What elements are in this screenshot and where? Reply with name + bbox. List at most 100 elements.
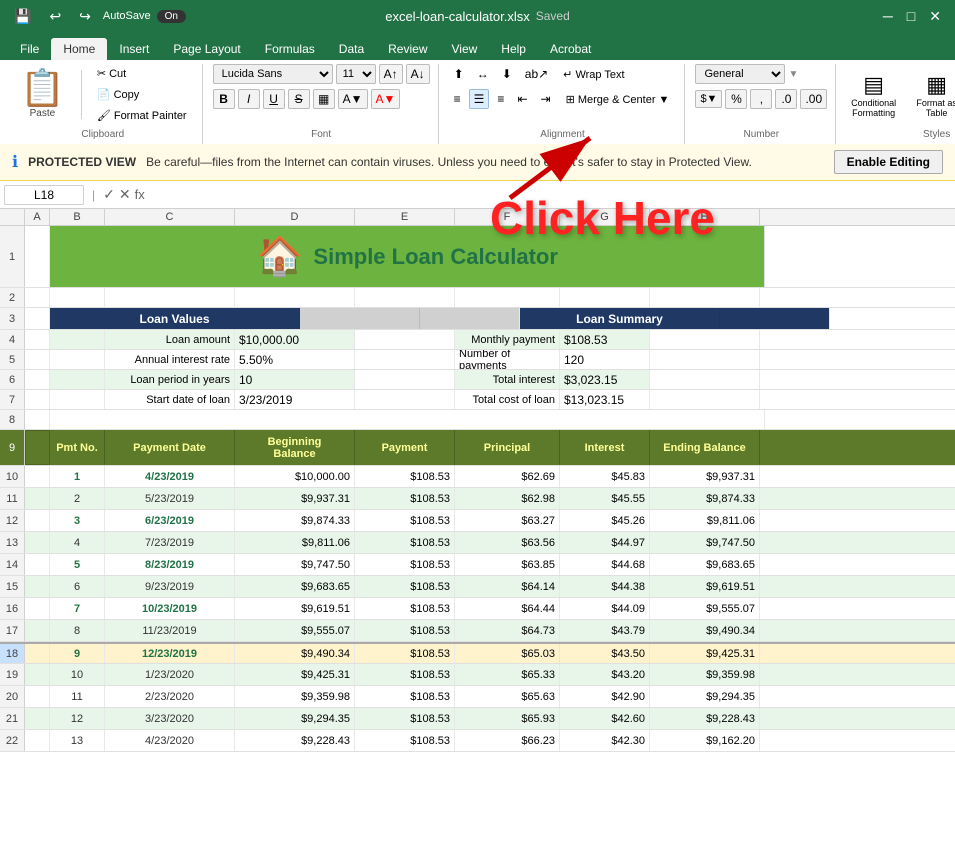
tab-view[interactable]: View xyxy=(440,38,490,60)
cell-c-data[interactable]: 4/23/2020 xyxy=(105,730,235,751)
cell-c-data[interactable]: 5/23/2019 xyxy=(105,488,235,509)
cell-d6[interactable]: 10 xyxy=(235,370,355,389)
cell-g-data[interactable]: $44.09 xyxy=(560,598,650,619)
cell-c-data[interactable]: 8/23/2019 xyxy=(105,554,235,575)
strikethrough-button[interactable]: S xyxy=(288,89,310,109)
cell-d5[interactable]: 5.50% xyxy=(235,350,355,369)
cell-d4[interactable]: $10,000.00 xyxy=(235,330,355,349)
cell-a7[interactable] xyxy=(25,390,50,409)
undo-icon[interactable]: ↩ xyxy=(43,6,67,27)
cell-h6[interactable] xyxy=(650,370,760,389)
cell-e-data[interactable]: $108.53 xyxy=(355,644,455,663)
cell-e-data[interactable]: $108.53 xyxy=(355,510,455,531)
cell-e-data[interactable]: $108.53 xyxy=(355,466,455,487)
cell-a2[interactable] xyxy=(25,288,50,307)
cell-e-data[interactable]: $108.53 xyxy=(355,532,455,553)
cell-b-data[interactable]: 2 xyxy=(50,488,105,509)
cell-d-data[interactable]: $9,294.35 xyxy=(235,708,355,729)
cell-d-data[interactable]: $9,683.65 xyxy=(235,576,355,597)
cell-f-data[interactable]: $63.27 xyxy=(455,510,560,531)
align-right-button[interactable]: ≡ xyxy=(492,89,509,109)
cell-d-data[interactable]: $9,937.31 xyxy=(235,488,355,509)
tab-home[interactable]: Home xyxy=(51,38,107,60)
conditional-formatting-btn[interactable]: ▤ ConditionalFormatting xyxy=(846,70,901,120)
cell-c5[interactable]: Annual interest rate xyxy=(105,350,235,369)
cell-a3[interactable] xyxy=(25,308,50,329)
number-format-select[interactable]: General Number Currency Percentage xyxy=(695,64,785,84)
cell-c-data[interactable]: 6/23/2019 xyxy=(105,510,235,531)
cell-a4[interactable] xyxy=(25,330,50,349)
cell-b4[interactable] xyxy=(50,330,105,349)
col-header-b[interactable]: B xyxy=(50,209,105,225)
cell-f-data[interactable]: $65.63 xyxy=(455,686,560,707)
cell-f-data[interactable]: $65.33 xyxy=(455,664,560,685)
cell-b-data[interactable]: 6 xyxy=(50,576,105,597)
cell-g-data[interactable]: $42.90 xyxy=(560,686,650,707)
cell-e-data[interactable]: $108.53 xyxy=(355,576,455,597)
increase-indent-button[interactable]: ⇥ xyxy=(536,89,556,109)
cell-a9[interactable] xyxy=(25,430,50,465)
cell-g-data[interactable]: $43.20 xyxy=(560,664,650,685)
cell-g-data[interactable]: $42.60 xyxy=(560,708,650,729)
cell-h-data[interactable]: $9,228.43 xyxy=(650,708,760,729)
cell-c7[interactable]: Start date of loan xyxy=(105,390,235,409)
cell-a-data[interactable] xyxy=(25,598,50,619)
cell-d-data[interactable]: $9,619.51 xyxy=(235,598,355,619)
cell-a-data[interactable] xyxy=(25,686,50,707)
comma-btn[interactable]: , xyxy=(750,89,772,109)
cell-b-data[interactable]: 4 xyxy=(50,532,105,553)
tab-insert[interactable]: Insert xyxy=(107,38,161,60)
cell-a-data[interactable] xyxy=(25,554,50,575)
merge-center-button[interactable]: ⊞ Merge & Center ▼ xyxy=(559,90,677,109)
tab-file[interactable]: File xyxy=(8,38,51,60)
cell-a8[interactable] xyxy=(25,410,50,429)
orientation-button[interactable]: ab↗ xyxy=(520,64,553,84)
cell-g-data[interactable]: $45.55 xyxy=(560,488,650,509)
cell-h2[interactable] xyxy=(650,288,760,307)
align-top-button[interactable]: ⬆ xyxy=(449,64,469,84)
cell-b-data[interactable]: 5 xyxy=(50,554,105,575)
formula-input[interactable] xyxy=(149,186,951,204)
autosave-toggle[interactable]: On xyxy=(157,10,186,23)
tab-formulas[interactable]: Formulas xyxy=(253,38,327,60)
bold-button[interactable]: B xyxy=(213,89,235,109)
cell-a-data[interactable] xyxy=(25,532,50,553)
align-middle-button[interactable]: ↔ xyxy=(472,64,494,84)
cell-a-data[interactable] xyxy=(25,510,50,531)
decrease-decimal-btn[interactable]: .0 xyxy=(775,89,797,109)
cell-d-data[interactable]: $9,811.06 xyxy=(235,532,355,553)
cell-h-data[interactable]: $9,425.31 xyxy=(650,644,760,663)
col-header-h[interactable]: H xyxy=(650,209,760,225)
cell-f2[interactable] xyxy=(455,288,560,307)
cell-f-data[interactable]: $62.98 xyxy=(455,488,560,509)
cell-c-data[interactable]: 12/23/2019 xyxy=(105,644,235,663)
cell-a-data[interactable] xyxy=(25,466,50,487)
cell-a1[interactable] xyxy=(25,226,50,287)
cell-g4[interactable]: $108.53 xyxy=(560,330,650,349)
cell-b-data[interactable]: 7 xyxy=(50,598,105,619)
cell-f-data[interactable]: $65.93 xyxy=(455,708,560,729)
save-icon[interactable]: 💾 xyxy=(8,6,37,27)
cell-h-data[interactable]: $9,294.35 xyxy=(650,686,760,707)
col-header-c[interactable]: C xyxy=(105,209,235,225)
cell-a-data[interactable] xyxy=(25,730,50,751)
cell-b6[interactable] xyxy=(50,370,105,389)
font-color-button[interactable]: A▼ xyxy=(371,89,401,109)
align-center-button[interactable]: ☰ xyxy=(469,89,490,109)
cell-g-data[interactable]: $45.83 xyxy=(560,466,650,487)
cell-h-data[interactable]: $9,490.34 xyxy=(650,620,760,641)
cell-f5[interactable]: Number of payments xyxy=(455,350,560,369)
font-increase-btn[interactable]: A↑ xyxy=(379,64,403,84)
font-decrease-btn[interactable]: A↓ xyxy=(406,64,430,84)
cell-f-data[interactable]: $63.85 xyxy=(455,554,560,575)
align-left-button[interactable]: ≡ xyxy=(449,89,466,109)
cell-h-data[interactable]: $9,619.51 xyxy=(650,576,760,597)
cell-b7[interactable] xyxy=(50,390,105,409)
cell-c-data[interactable]: 10/23/2019 xyxy=(105,598,235,619)
cell-b-data[interactable]: 1 xyxy=(50,466,105,487)
cell-e7[interactable] xyxy=(355,390,455,409)
copy-button[interactable]: 📄 Copy xyxy=(90,85,194,104)
cell-g-data[interactable]: $44.97 xyxy=(560,532,650,553)
cell-d-data[interactable]: $9,747.50 xyxy=(235,554,355,575)
cell-d-data[interactable]: $9,425.31 xyxy=(235,664,355,685)
